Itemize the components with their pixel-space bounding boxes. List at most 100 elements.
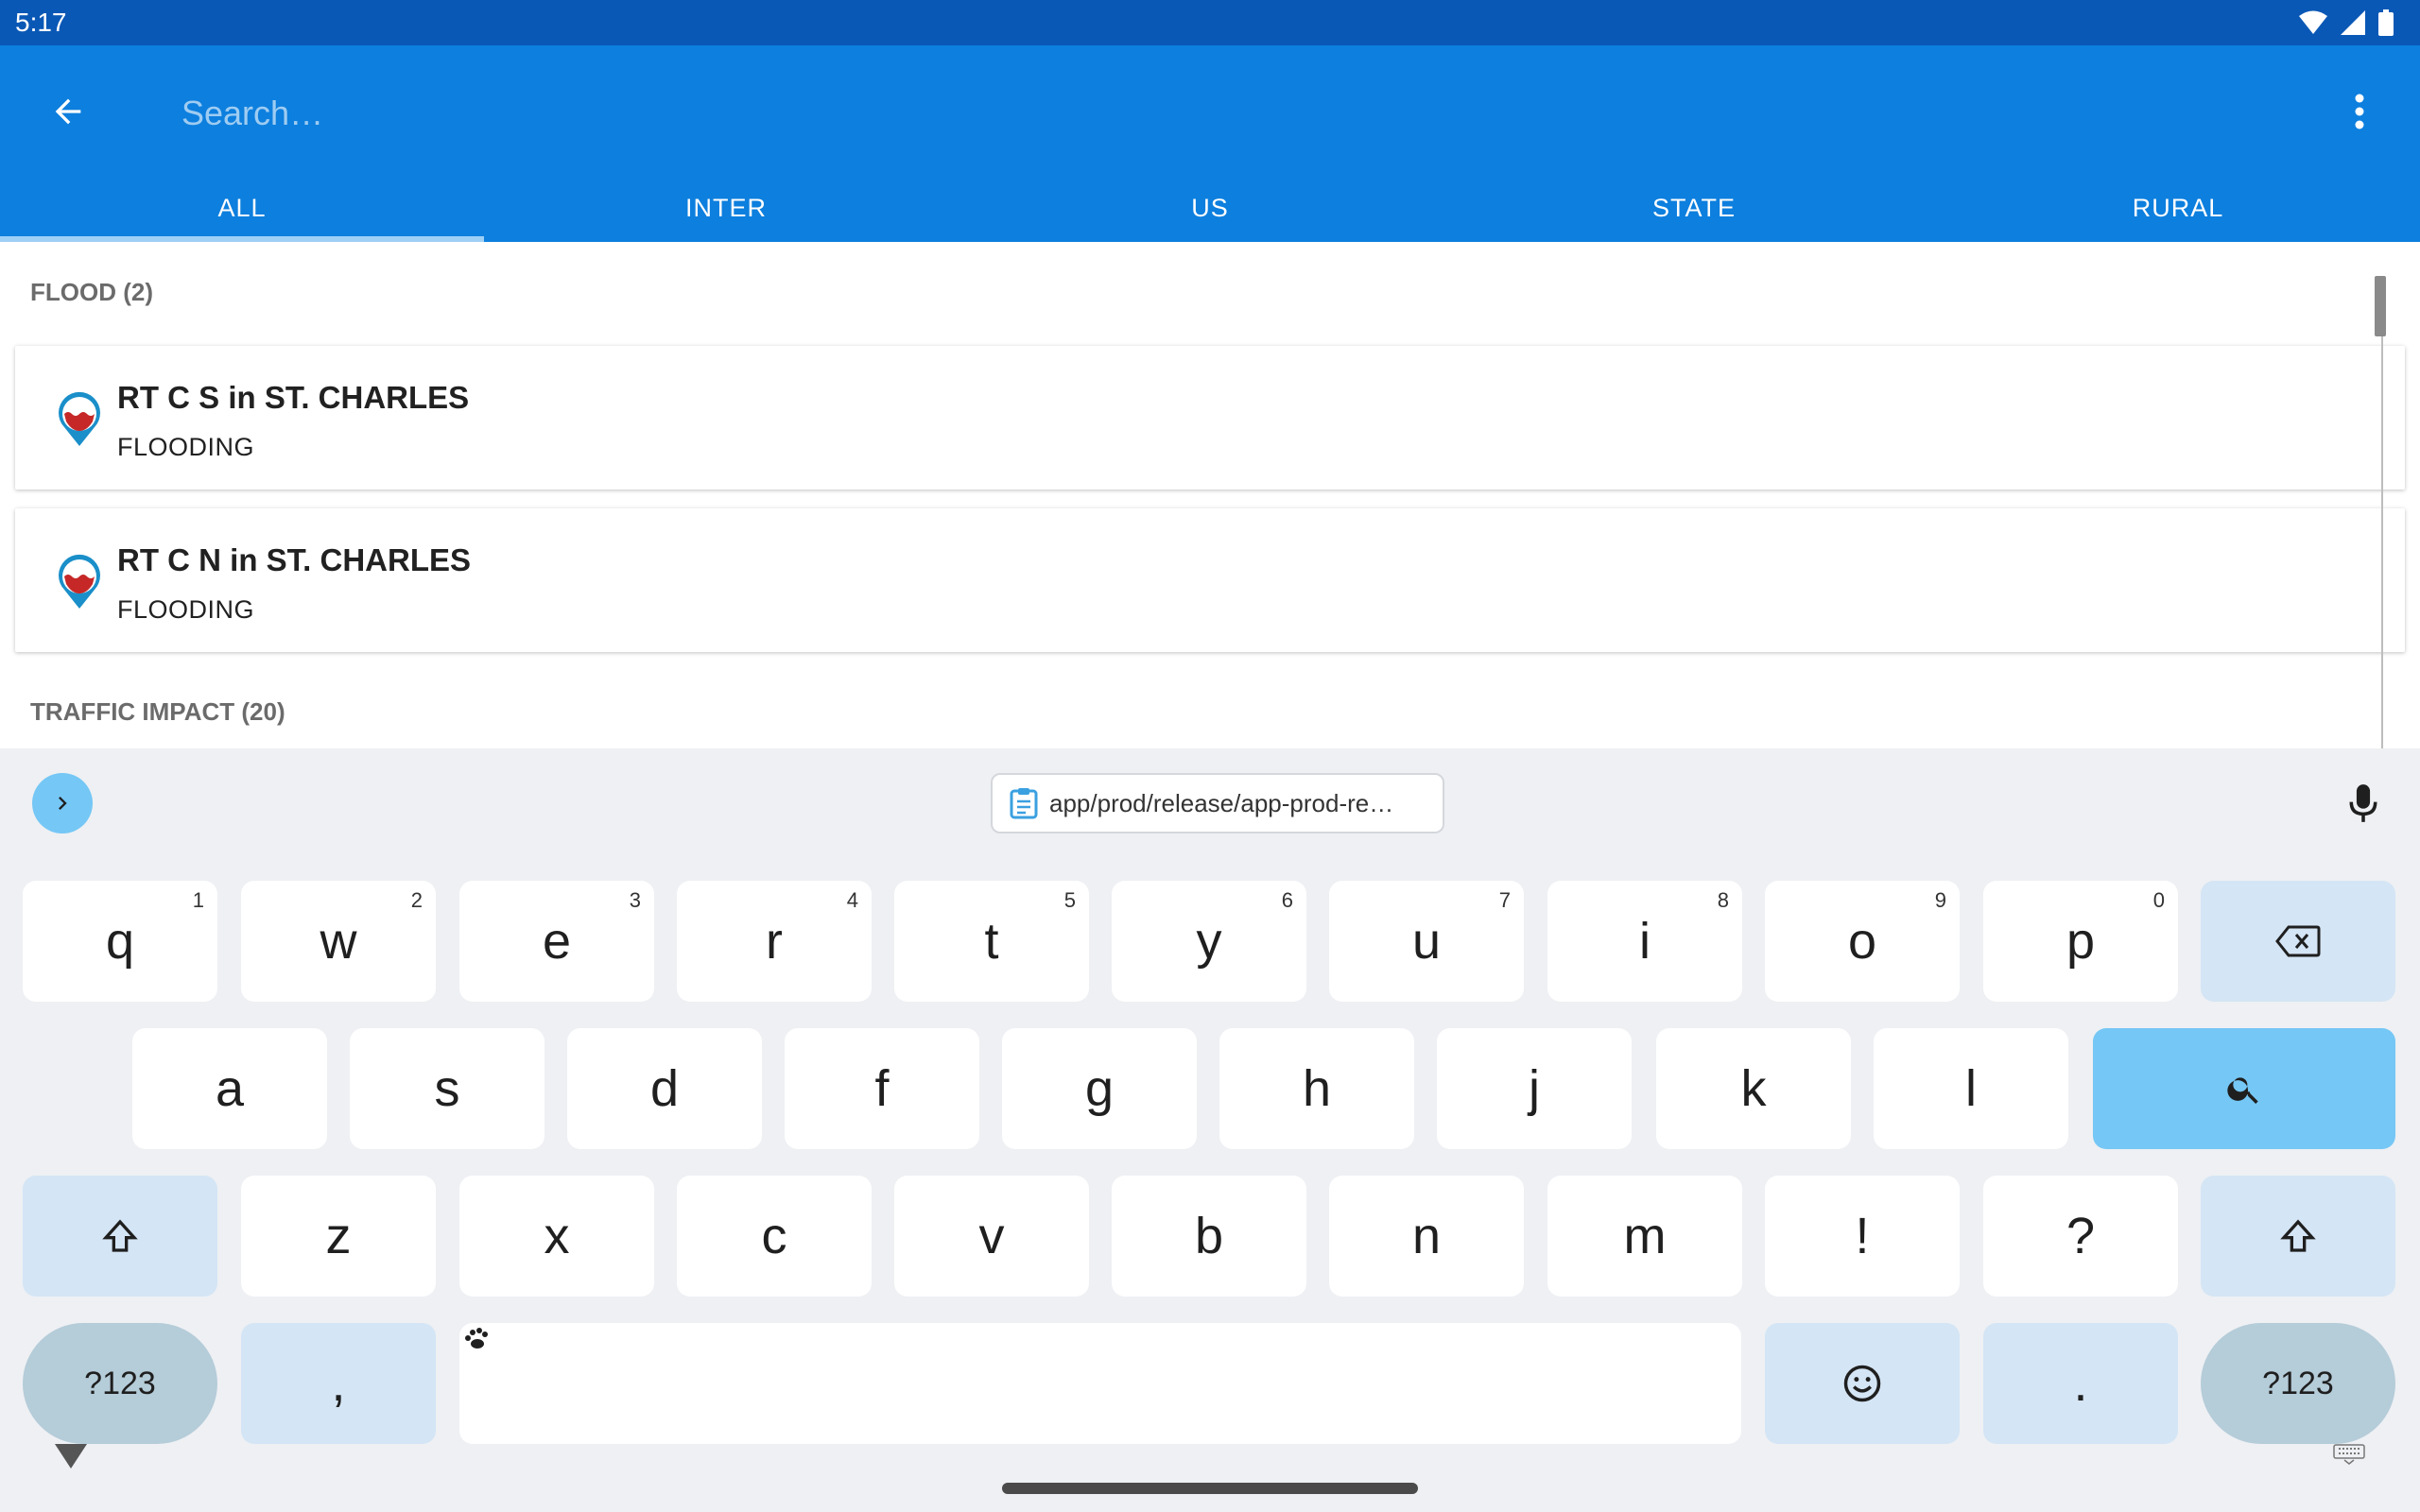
key-hint: 2 (410, 888, 423, 912)
key-z[interactable]: z (241, 1176, 436, 1297)
symbols-key-left[interactable]: ?123 (23, 1323, 217, 1444)
tab-rural[interactable]: RURAL (1936, 174, 2420, 242)
keyboard-switch-icon[interactable] (2333, 1444, 2365, 1465)
clipboard-suggestion-chip[interactable]: app/prod/release/app-prod-re… (991, 773, 1444, 833)
overflow-menu-button[interactable] (2337, 81, 2382, 142)
key-q[interactable]: q1 (23, 881, 217, 1002)
tab-us[interactable]: US (968, 174, 1452, 242)
key-l[interactable]: l (1874, 1028, 2068, 1149)
key-hint: 6 (1281, 888, 1293, 912)
section-header-flood: FLOOD (2) (30, 278, 153, 306)
comma-key[interactable]: , (241, 1323, 436, 1444)
shift-key-right[interactable] (2201, 1176, 2395, 1297)
paw-icon (465, 1328, 488, 1349)
key-y[interactable]: y6 (1112, 881, 1306, 1002)
tab-label: ALL (217, 193, 267, 222)
list-item[interactable]: RT C S in ST. CHARLES FLOODING (15, 346, 2405, 490)
scrollbar-thumb[interactable] (2375, 276, 2386, 336)
key-question[interactable]: ? (1983, 1176, 2178, 1297)
key-hint: 8 (1717, 888, 1729, 912)
section-header-traffic-impact: TRAFFIC IMPACT (20) (30, 697, 285, 726)
key-v[interactable]: v (894, 1176, 1089, 1297)
key-label: q (105, 913, 135, 970)
filter-tabs: ALL INTER US STATE RURAL (0, 174, 2420, 242)
key-k[interactable]: k (1656, 1028, 1851, 1149)
list-item[interactable]: RT C N in ST. CHARLES FLOODING (15, 508, 2405, 652)
tab-state[interactable]: STATE (1452, 174, 1936, 242)
key-o[interactable]: o9 (1765, 881, 1960, 1002)
hide-keyboard-icon[interactable] (55, 1444, 87, 1469)
keyboard-toolbar-expand-button[interactable] (32, 773, 93, 833)
item-title: RT C S in ST. CHARLES (117, 380, 470, 415)
tab-inter[interactable]: INTER (484, 174, 968, 242)
key-b[interactable]: b (1112, 1176, 1306, 1297)
key-m[interactable]: m (1547, 1176, 1742, 1297)
search-key[interactable] (2093, 1028, 2395, 1149)
tab-all[interactable]: ALL (0, 174, 484, 242)
shift-key-left[interactable] (23, 1176, 217, 1297)
tab-label: US (1191, 193, 1229, 222)
period-key[interactable]: . (1983, 1323, 2178, 1444)
gesture-nav-handle[interactable] (1002, 1483, 1418, 1494)
key-s[interactable]: s (350, 1028, 544, 1149)
key-g[interactable]: g (1002, 1028, 1197, 1149)
key-c[interactable]: c (677, 1176, 872, 1297)
key-a[interactable]: a (132, 1028, 327, 1149)
key-n[interactable]: n (1329, 1176, 1524, 1297)
flood-pin-icon (59, 554, 100, 609)
key-label: v (978, 1208, 1005, 1264)
key-label: e (542, 913, 572, 970)
key-w[interactable]: w2 (241, 881, 436, 1002)
backspace-icon (2275, 925, 2321, 957)
key-hint: 5 (1063, 888, 1076, 912)
key-label: t (984, 913, 999, 970)
search-icon (2227, 1077, 2258, 1104)
search-input[interactable] (182, 83, 1883, 144)
key-hint: 4 (846, 888, 858, 912)
key-r[interactable]: r4 (677, 881, 872, 1002)
key-label: k (1740, 1060, 1767, 1117)
wifi-icon (2299, 10, 2327, 34)
back-button[interactable] (38, 81, 98, 142)
key-e[interactable]: e3 (459, 881, 654, 1002)
key-label: d (649, 1060, 680, 1117)
shift-icon (102, 1219, 138, 1252)
microphone-icon (2349, 784, 2377, 822)
key-label: ?123 (2262, 1365, 2334, 1401)
key-label: s (434, 1060, 460, 1117)
key-f[interactable]: f (785, 1028, 979, 1149)
key-p[interactable]: p0 (1983, 881, 2178, 1002)
flood-pin-icon (59, 391, 100, 446)
backspace-key[interactable] (2201, 881, 2395, 1002)
space-key[interactable] (459, 1323, 1741, 1444)
key-label: g (1084, 1060, 1115, 1117)
more-vert-icon (2355, 94, 2364, 129)
item-subtitle: FLOODING (117, 433, 255, 461)
key-x[interactable]: x (459, 1176, 654, 1297)
key-i[interactable]: i8 (1547, 881, 1742, 1002)
key-label: a (215, 1060, 245, 1117)
voice-input-button[interactable] (2333, 773, 2394, 833)
key-label: r (766, 913, 783, 970)
key-label: i (1639, 913, 1651, 970)
item-subtitle: FLOODING (117, 595, 255, 624)
key-label: , (331, 1355, 346, 1412)
emoji-key[interactable] (1765, 1323, 1960, 1444)
key-label: n (1411, 1208, 1442, 1264)
key-hint: 3 (629, 888, 641, 912)
clipboard-text: app/prod/release/app-prod-re… (1049, 788, 1394, 817)
key-u[interactable]: u7 (1329, 881, 1524, 1002)
key-label: . (2073, 1355, 2088, 1412)
key-h[interactable]: h (1219, 1028, 1414, 1149)
tab-label: INTER (685, 193, 767, 222)
symbols-key-right[interactable]: ?123 (2201, 1323, 2395, 1444)
key-exclamation[interactable]: ! (1765, 1176, 1960, 1297)
event-list[interactable]: FLOOD (2) RT C S in ST. CHARLES FLOODING… (0, 242, 2420, 748)
key-j[interactable]: j (1437, 1028, 1632, 1149)
key-label: j (1529, 1060, 1540, 1117)
key-label: l (1965, 1060, 1977, 1117)
key-d[interactable]: d (567, 1028, 762, 1149)
on-screen-keyboard: app/prod/release/app-prod-re… q1 w2 e3 r… (0, 748, 2420, 1512)
key-label: ! (1855, 1208, 1870, 1264)
key-t[interactable]: t5 (894, 881, 1089, 1002)
